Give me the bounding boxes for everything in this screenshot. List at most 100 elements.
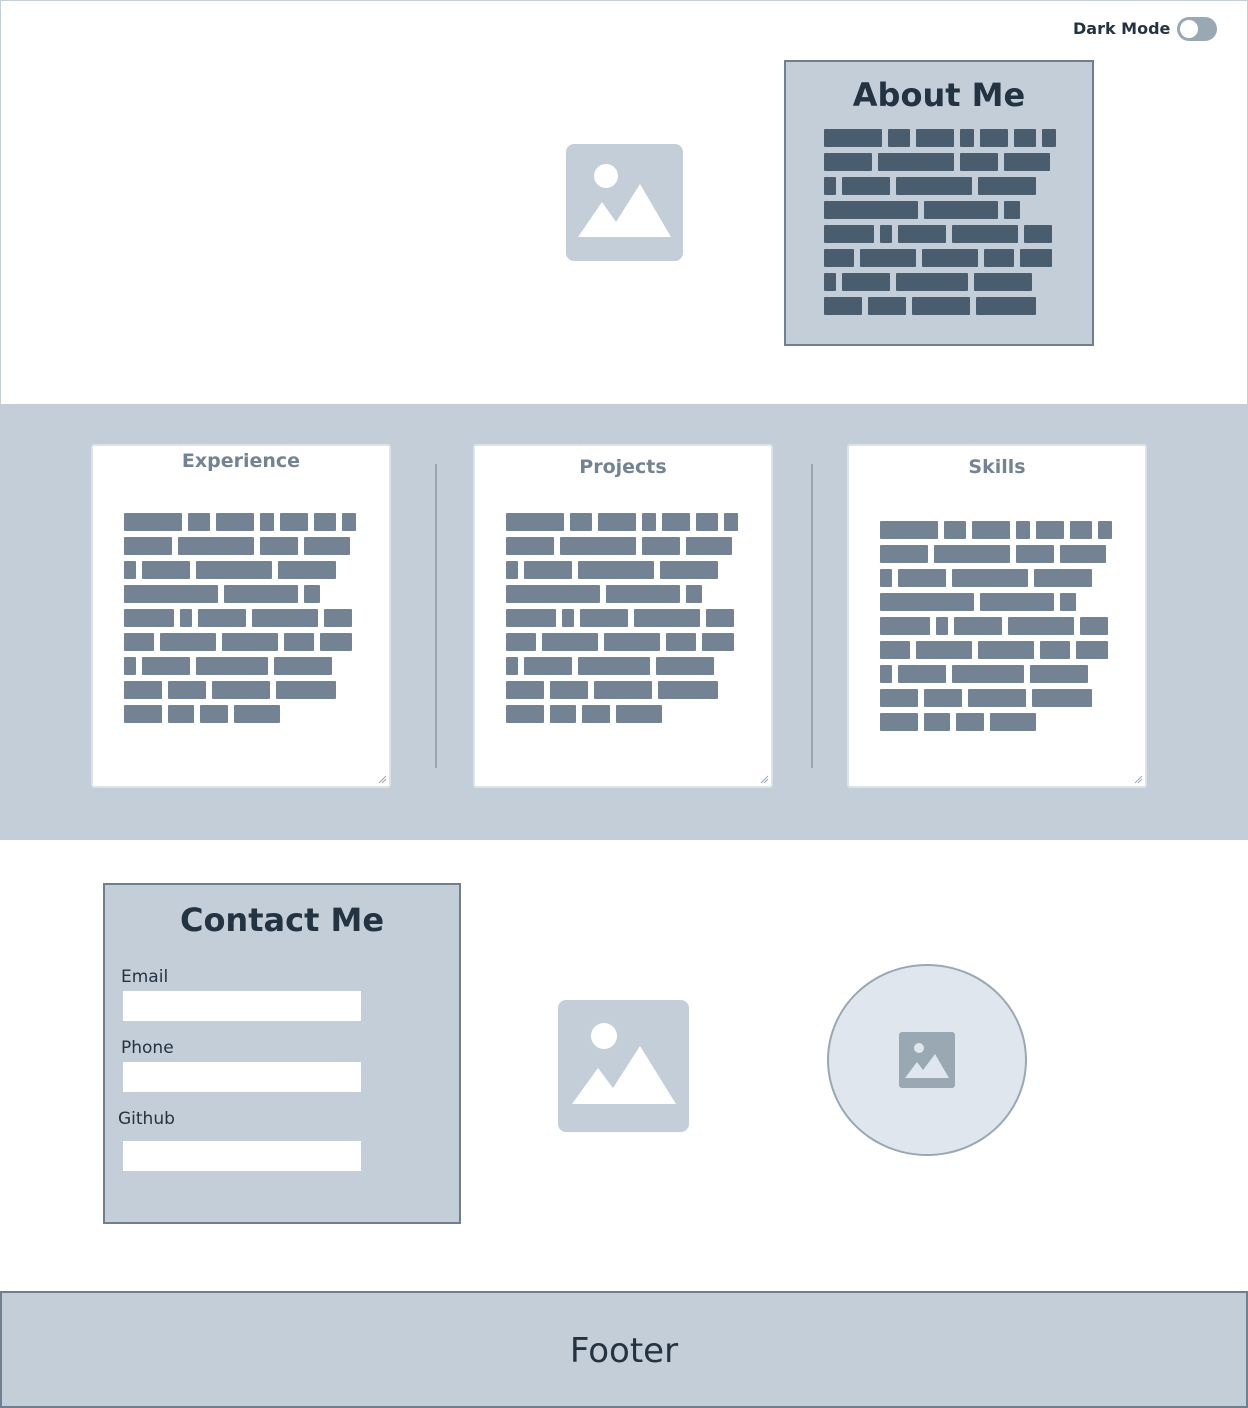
placeholder-word-block (954, 617, 1002, 635)
placeholder-word-block (686, 537, 732, 555)
placeholder-word-block (168, 705, 194, 723)
placeholder-word-block (542, 633, 598, 651)
placeholder-word-block (898, 665, 946, 683)
placeholder-word-block (570, 513, 592, 531)
placeholder-word-block (1080, 617, 1108, 635)
avatar (827, 964, 1027, 1156)
placeholder-word-block (524, 561, 572, 579)
placeholder-word-block (642, 513, 656, 531)
placeholder-text-line (124, 633, 354, 651)
placeholder-text-line (124, 681, 354, 699)
placeholder-word-block (598, 513, 636, 531)
placeholder-word-block (898, 225, 946, 243)
placeholder-word-block (934, 545, 1010, 563)
about-me-panel: About Me (784, 60, 1094, 346)
resize-grip-icon[interactable] (1133, 774, 1143, 784)
placeholder-word-block (506, 681, 544, 699)
placeholder-word-block (506, 657, 518, 675)
footer: Footer (0, 1291, 1248, 1408)
placeholder-word-block (706, 609, 734, 627)
phone-field[interactable] (122, 1061, 362, 1093)
projects-title: Projects (579, 456, 667, 478)
placeholder-word-block (276, 681, 336, 699)
placeholder-word-block (160, 633, 216, 651)
placeholder-word-block (660, 561, 718, 579)
placeholder-word-block (1016, 521, 1030, 539)
card-divider (811, 464, 813, 768)
placeholder-word-block (824, 201, 918, 219)
placeholder-word-block (196, 561, 272, 579)
placeholder-text-line (124, 585, 354, 603)
card-divider (435, 464, 437, 768)
placeholder-word-block (582, 705, 610, 723)
placeholder-word-block (320, 633, 352, 651)
placeholder-word-block (878, 153, 954, 171)
placeholder-word-block (578, 657, 650, 675)
placeholder-word-block (212, 681, 270, 699)
placeholder-word-block (124, 705, 162, 723)
placeholder-word-block (234, 705, 280, 723)
placeholder-word-block (634, 609, 700, 627)
resize-grip-icon[interactable] (759, 774, 769, 784)
placeholder-word-block (1076, 641, 1108, 659)
placeholder-text-line (824, 177, 1054, 195)
contact-image-placeholder-icon (558, 1000, 689, 1132)
placeholder-word-block (880, 545, 928, 563)
placeholder-text-line (824, 249, 1054, 267)
placeholder-word-block (1040, 641, 1070, 659)
email-field[interactable] (122, 990, 362, 1022)
placeholder-word-block (252, 609, 318, 627)
placeholder-text-line (880, 689, 1110, 707)
placeholder-word-block (944, 521, 966, 539)
placeholder-word-block (1034, 569, 1092, 587)
github-field[interactable] (122, 1140, 362, 1172)
experience-text-placeholder (124, 513, 356, 727)
placeholder-word-block (666, 633, 696, 651)
placeholder-word-block (562, 609, 574, 627)
placeholder-word-block (924, 689, 962, 707)
placeholder-text-line (124, 705, 354, 723)
placeholder-text-line (506, 705, 736, 723)
placeholder-text-line (506, 609, 736, 627)
contact-form-panel: Contact Me Email Phone Github (103, 883, 461, 1224)
placeholder-word-block (124, 609, 174, 627)
contact-me-title: Contact Me (179, 901, 385, 939)
placeholder-word-block (1060, 593, 1076, 611)
placeholder-word-block (124, 561, 136, 579)
placeholder-word-block (594, 681, 652, 699)
placeholder-word-block (142, 657, 190, 675)
placeholder-word-block (506, 537, 554, 555)
skills-card[interactable]: Skills (847, 444, 1147, 788)
placeholder-word-block (198, 609, 246, 627)
placeholder-word-block (1020, 249, 1052, 267)
placeholder-text-line (824, 273, 1054, 291)
placeholder-word-block (1024, 225, 1052, 243)
hero-image-placeholder-icon (566, 144, 683, 261)
placeholder-word-block (642, 537, 680, 555)
placeholder-word-block (824, 249, 854, 267)
placeholder-word-block (956, 713, 984, 731)
placeholder-word-block (952, 225, 1018, 243)
footer-text: Footer (569, 1331, 679, 1371)
placeholder-word-block (880, 225, 892, 243)
placeholder-text-line (124, 537, 354, 555)
placeholder-word-block (724, 513, 738, 531)
projects-card[interactable]: Projects (473, 444, 773, 788)
placeholder-word-block (952, 569, 1028, 587)
placeholder-text-line (506, 561, 736, 579)
placeholder-word-block (180, 609, 192, 627)
placeholder-word-block (880, 569, 892, 587)
placeholder-word-block (960, 153, 998, 171)
github-label: Github (118, 1109, 175, 1129)
placeholder-word-block (200, 705, 228, 723)
dark-mode-toggle[interactable] (1177, 17, 1217, 41)
placeholder-word-block (696, 513, 718, 531)
placeholder-word-block (658, 681, 718, 699)
resize-grip-icon[interactable] (377, 774, 387, 784)
experience-card[interactable]: Experience (91, 444, 391, 788)
placeholder-word-block (124, 513, 182, 531)
placeholder-word-block (606, 585, 680, 603)
placeholder-word-block (342, 513, 356, 531)
placeholder-word-block (990, 713, 1036, 731)
placeholder-word-block (880, 689, 918, 707)
